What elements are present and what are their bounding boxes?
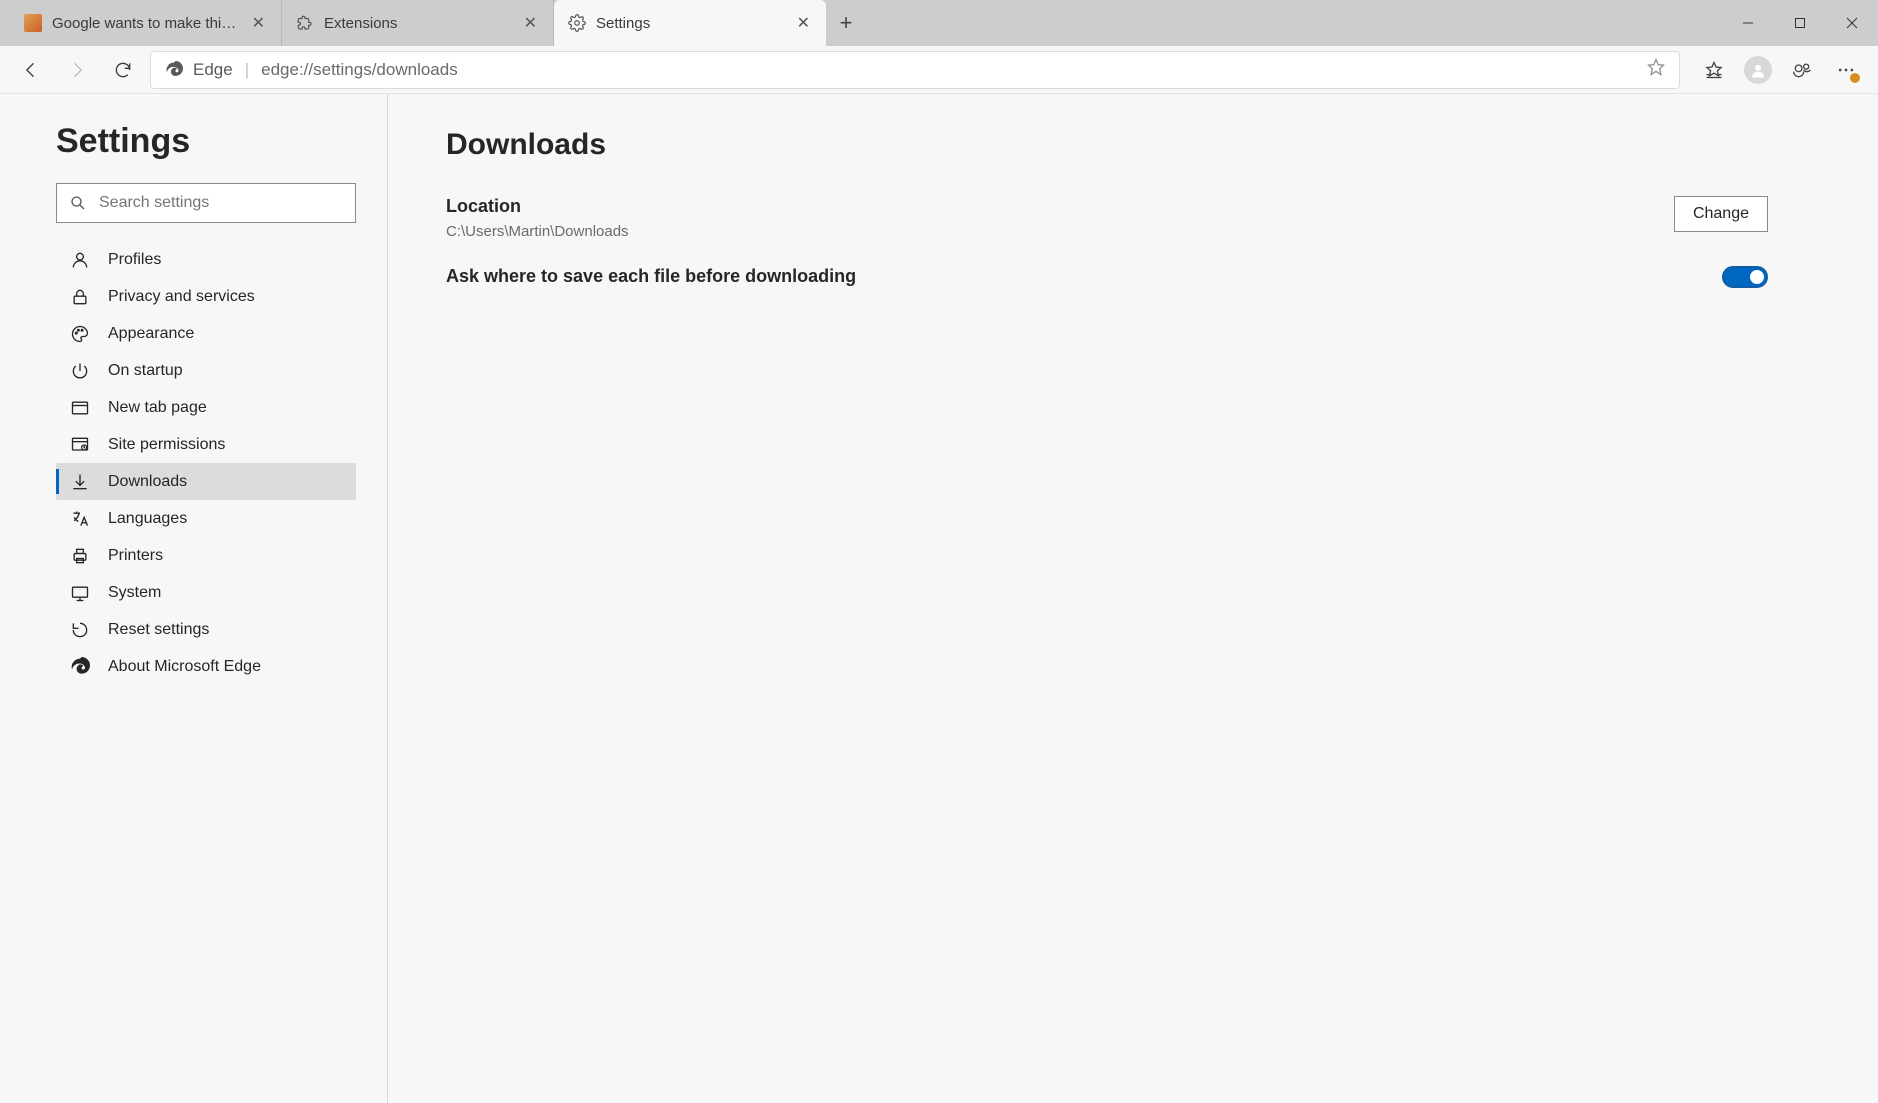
permissions-icon [70, 435, 90, 455]
search-icon [69, 194, 87, 212]
nav-privacy[interactable]: Privacy and services [56, 278, 356, 315]
tab-strip: Google wants to make third-par ✕ Extensi… [0, 0, 1722, 46]
browser-toolbar: Edge | edge://settings/downloads [0, 46, 1878, 94]
nav-label: System [108, 584, 161, 602]
nav-label: Privacy and services [108, 288, 255, 306]
favorite-star-icon[interactable] [1647, 58, 1665, 81]
nav-label: Appearance [108, 325, 194, 343]
nav-label: Reset settings [108, 621, 209, 639]
setting-location: Location C:\Users\Martin\Downloads Chang… [446, 196, 1768, 240]
system-icon [70, 583, 90, 603]
search-settings-box[interactable] [56, 183, 356, 223]
page-heading: Downloads [446, 128, 1768, 162]
gear-icon [568, 14, 586, 32]
back-button[interactable] [12, 51, 50, 89]
location-label: Location [446, 196, 629, 217]
change-location-button[interactable]: Change [1674, 196, 1768, 232]
new-tab-button[interactable]: + [826, 0, 866, 46]
tab-title: Settings [596, 15, 785, 32]
newtab-icon [70, 398, 90, 418]
nav-about[interactable]: About Microsoft Edge [56, 648, 356, 685]
content-area: Settings Profiles Privacy and services A… [0, 94, 1878, 1103]
nav-label: Printers [108, 547, 163, 565]
settings-main: Downloads Location C:\Users\Martin\Downl… [388, 94, 1878, 1103]
tab-settings[interactable]: Settings ✕ [554, 0, 826, 46]
toolbar-right [1688, 51, 1866, 89]
nav-label: New tab page [108, 399, 207, 417]
close-icon[interactable]: ✕ [522, 11, 539, 35]
ask-save-label: Ask where to save each file before downl… [446, 266, 856, 287]
location-path: C:\Users\Martin\Downloads [446, 223, 629, 240]
nav-profiles[interactable]: Profiles [56, 241, 356, 278]
reset-icon [70, 620, 90, 640]
nav-site-permissions[interactable]: Site permissions [56, 426, 356, 463]
address-divider: | [245, 60, 249, 80]
nav-label: Languages [108, 510, 187, 528]
tab-title: Google wants to make third-par [52, 15, 240, 32]
more-button[interactable] [1826, 51, 1866, 89]
nav-label: On startup [108, 362, 183, 380]
address-scheme: Edge [165, 60, 233, 80]
avatar-icon [1744, 56, 1772, 84]
minimize-button[interactable] [1722, 0, 1774, 46]
nav-languages[interactable]: Languages [56, 500, 356, 537]
tab-extensions[interactable]: Extensions ✕ [282, 0, 554, 46]
extension-icon [296, 14, 314, 32]
download-icon [70, 472, 90, 492]
ghacks-favicon-icon [24, 14, 42, 32]
forward-button[interactable] [58, 51, 96, 89]
nav-appearance[interactable]: Appearance [56, 315, 356, 352]
sidebar-title: Settings [56, 122, 359, 161]
settings-sidebar: Settings Profiles Privacy and services A… [0, 94, 388, 1103]
tab-title: Extensions [324, 15, 512, 32]
maximize-button[interactable] [1774, 0, 1826, 46]
power-icon [70, 361, 90, 381]
printer-icon [70, 546, 90, 566]
tab-ghacks[interactable]: Google wants to make third-par ✕ [10, 0, 282, 46]
nav-startup[interactable]: On startup [56, 352, 356, 389]
favorites-button[interactable] [1694, 51, 1734, 89]
edge-about-icon [70, 657, 90, 677]
nav-label: Downloads [108, 473, 187, 491]
address-url: edge://settings/downloads [261, 60, 1635, 80]
setting-ask-save: Ask where to save each file before downl… [446, 266, 1768, 288]
close-window-button[interactable] [1826, 0, 1878, 46]
nav-newtab[interactable]: New tab page [56, 389, 356, 426]
ask-save-toggle[interactable] [1722, 266, 1768, 288]
nav-downloads[interactable]: Downloads [56, 463, 356, 500]
nav-printers[interactable]: Printers [56, 537, 356, 574]
close-icon[interactable]: ✕ [795, 11, 812, 35]
language-icon [70, 509, 90, 529]
nav-system[interactable]: System [56, 574, 356, 611]
feedback-button[interactable] [1782, 51, 1822, 89]
edge-icon [165, 61, 183, 79]
nav-label: Site permissions [108, 436, 225, 454]
address-bar[interactable]: Edge | edge://settings/downloads [150, 51, 1680, 89]
profile-icon [70, 250, 90, 270]
nav-label: About Microsoft Edge [108, 658, 261, 676]
nav-reset[interactable]: Reset settings [56, 611, 356, 648]
nav-label: Profiles [108, 251, 161, 269]
profile-button[interactable] [1738, 51, 1778, 89]
window-controls [1722, 0, 1878, 46]
lock-icon [70, 287, 90, 307]
scheme-label: Edge [193, 60, 233, 80]
settings-nav: Profiles Privacy and services Appearance… [56, 241, 356, 685]
titlebar: Google wants to make third-par ✕ Extensi… [0, 0, 1878, 46]
search-settings-input[interactable] [99, 194, 343, 212]
palette-icon [70, 324, 90, 344]
refresh-button[interactable] [104, 51, 142, 89]
close-icon[interactable]: ✕ [250, 11, 267, 35]
notification-dot-icon [1850, 73, 1860, 83]
